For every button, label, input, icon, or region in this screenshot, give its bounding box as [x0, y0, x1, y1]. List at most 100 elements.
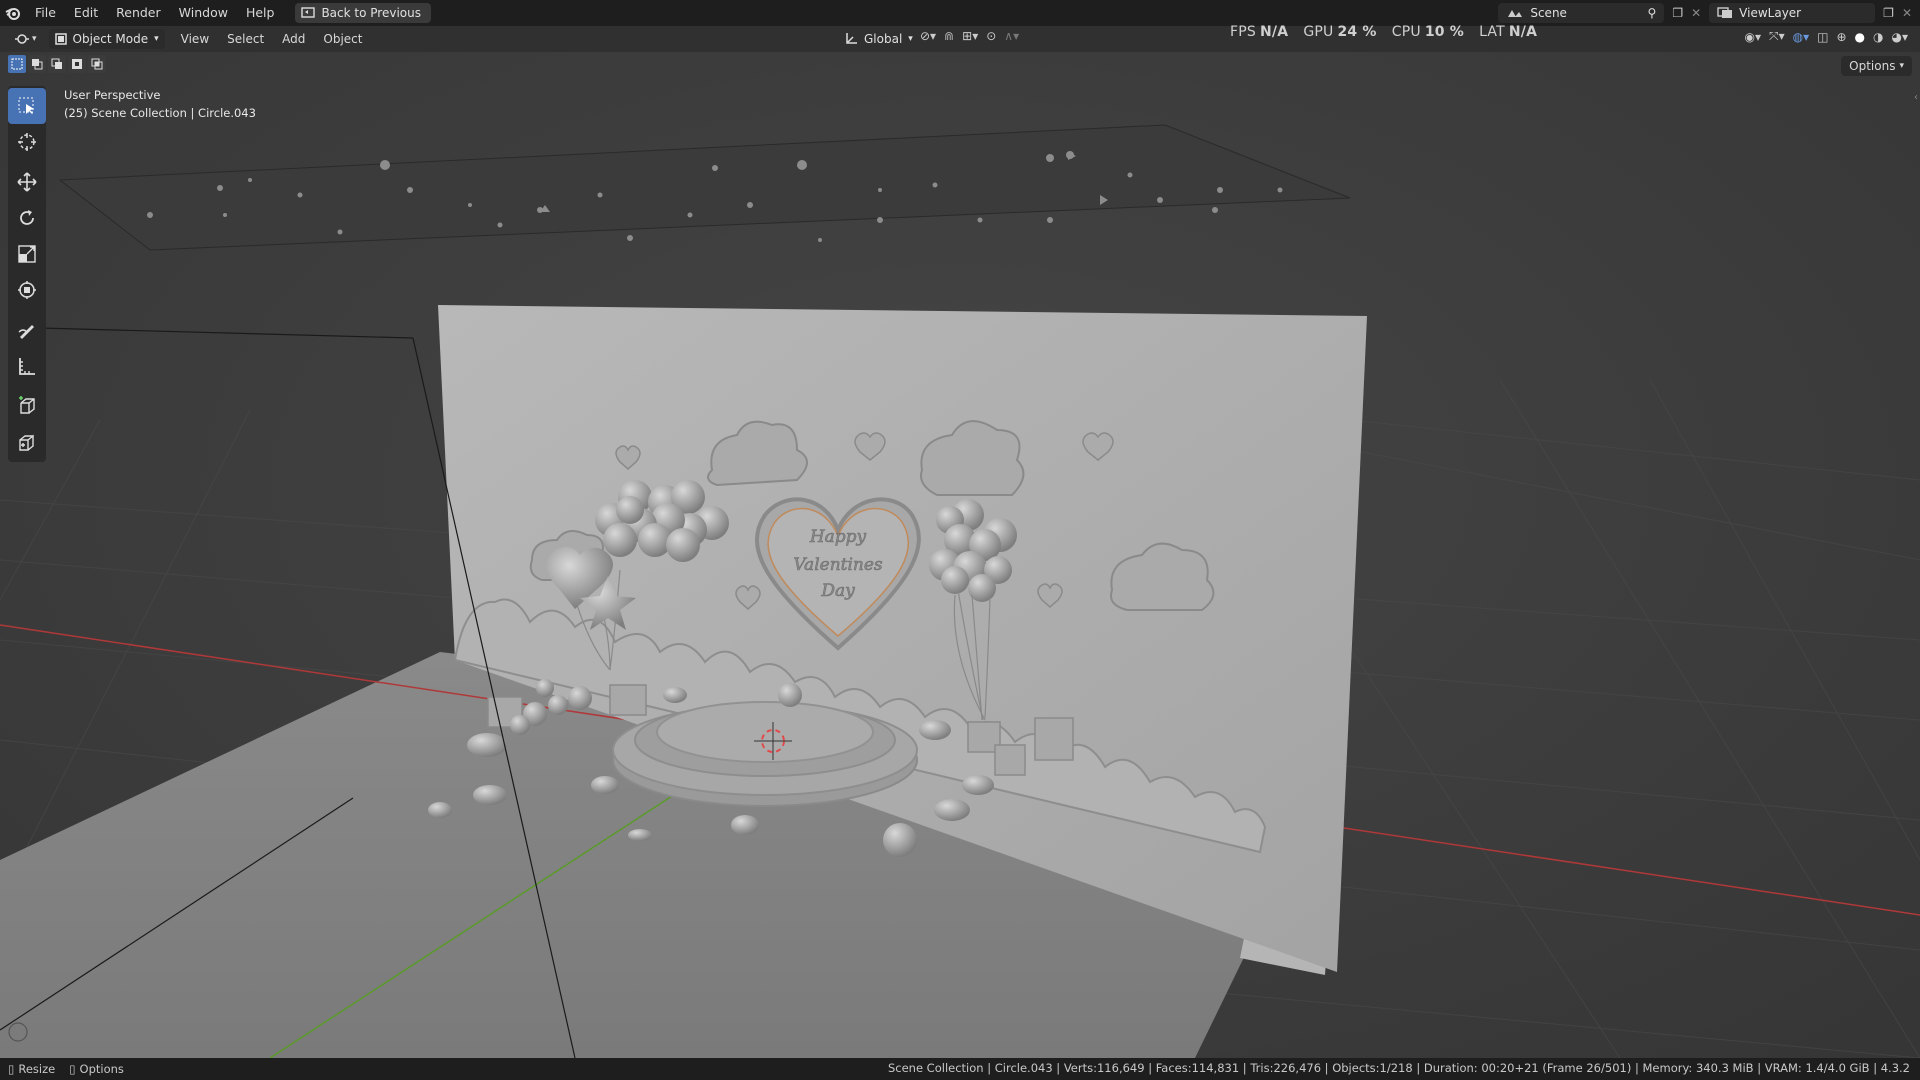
tool-add-cube[interactable]: [8, 388, 46, 424]
delete-scene-icon[interactable]: ✕: [1691, 6, 1701, 20]
viewport-info-text: User Perspective (25) Scene Collection |…: [64, 86, 256, 122]
performance-stats: FPS N/A GPU 24 % CPU 10 % LAT N/A: [1230, 24, 1547, 40]
header-menu-add[interactable]: Add: [276, 29, 311, 49]
scene-name: Scene: [1530, 6, 1567, 20]
header-menu-object[interactable]: Object: [317, 29, 368, 49]
overlay-icon[interactable]: ◍▾: [1793, 30, 1810, 44]
gizmo-icon[interactable]: ⤧▾: [1769, 29, 1785, 44]
shading-rendered-icon[interactable]: ◕▾: [1892, 30, 1909, 44]
gpu-value: 24 %: [1337, 24, 1377, 40]
chevron-down-icon: ▾: [908, 34, 913, 44]
3d-view-editor-icon: [15, 34, 29, 44]
scene-statistics: Scene Collection | Circle.043 | Verts:11…: [887, 1061, 1910, 1075]
tool-select-box[interactable]: [8, 88, 46, 124]
tool-measure[interactable]: [8, 348, 46, 384]
tool-scale[interactable]: [8, 236, 46, 272]
select-new-icon[interactable]: [8, 55, 26, 73]
mouse-right-icon: ▯: [69, 1062, 76, 1076]
cpu-label: CPU: [1391, 24, 1421, 40]
header-menu-select[interactable]: Select: [221, 29, 270, 49]
resize-hint: ▯ Resize: [8, 1062, 55, 1076]
status-bar: ▯ Resize ▯ Options Scene Collection | Ci…: [0, 1058, 1920, 1080]
back-to-previous-button[interactable]: Back to Previous: [295, 3, 431, 23]
fps-label: FPS: [1230, 24, 1256, 40]
new-scene-icon[interactable]: ❐: [1672, 6, 1683, 20]
scene-icon: [1508, 10, 1523, 17]
tool-transform[interactable]: [8, 272, 46, 308]
orientation-axes-icon: [846, 33, 857, 44]
transform-icon: [18, 281, 36, 299]
select-invert-icon[interactable]: [68, 55, 86, 73]
object-mode-dropdown[interactable]: Object Mode ▾: [48, 29, 165, 49]
shading-wireframe-icon[interactable]: ⊕: [1836, 30, 1846, 44]
options-hint: ▯ Options: [69, 1062, 124, 1076]
top-right-widgets: Scene ⚲ ❐ ✕ ViewLayer ❐ ✕: [1498, 2, 1912, 24]
lat-label: LAT: [1479, 24, 1505, 40]
transform-orientation-dropdown[interactable]: Global ▾: [838, 29, 919, 49]
header-menu-view[interactable]: View: [175, 29, 215, 49]
select-box-icon: [18, 97, 34, 114]
orientation-label: Global: [864, 32, 903, 46]
annotate-icon: [18, 325, 34, 339]
sign-text-line-1: Happy: [809, 527, 867, 547]
collection-label: (25) Scene Collection | Circle.043: [64, 106, 256, 120]
tool-annotate[interactable]: [8, 312, 46, 348]
select-extend-icon[interactable]: [28, 55, 46, 73]
blender-logo-icon[interactable]: [0, 0, 26, 26]
measure-icon: [19, 358, 35, 375]
sign-text-line-2: Valentines: [793, 555, 883, 575]
sidebar-toggle-icon[interactable]: ‹: [1914, 92, 1918, 103]
select-intersect-icon[interactable]: [88, 55, 106, 73]
tool-rotate[interactable]: [8, 200, 46, 236]
shading-solid-icon[interactable]: ●: [1855, 30, 1865, 44]
sign-text-line-3: Day: [820, 581, 855, 601]
xray-icon[interactable]: ◫: [1817, 30, 1828, 44]
chevron-down-icon: ▾: [32, 34, 37, 44]
falloff-icon[interactable]: ∧▾: [1004, 29, 1019, 43]
back-to-previous-label: Back to Previous: [321, 6, 421, 20]
tool-shelf: [8, 86, 46, 462]
menu-help[interactable]: Help: [237, 0, 284, 26]
pivot-point-icon[interactable]: ⊘▾: [920, 29, 936, 43]
pin-icon[interactable]: ⚲: [1648, 6, 1657, 20]
chevron-down-icon: ▾: [154, 34, 159, 44]
tool-cursor[interactable]: [8, 124, 46, 160]
lat-value: N/A: [1508, 24, 1538, 40]
options-label: Options: [1849, 59, 1896, 73]
perspective-label: User Perspective: [64, 88, 161, 102]
view-layer-icon: [1717, 7, 1733, 18]
tool-move[interactable]: [8, 164, 46, 200]
scene-selector[interactable]: Scene ⚲: [1498, 3, 1665, 23]
chevron-down-icon: ▾: [1899, 61, 1904, 71]
3d-viewport[interactable]: Happy Valentines Day: [0, 0, 1920, 1080]
add-cube-icon: [19, 396, 35, 414]
shading-material-icon[interactable]: ◑: [1873, 30, 1883, 44]
view-layer-selector[interactable]: ViewLayer: [1709, 3, 1876, 23]
proportional-edit-icon[interactable]: ⊙: [986, 29, 996, 43]
options-hint-label: Options: [79, 1062, 124, 1076]
tool-extrude[interactable]: [8, 424, 46, 460]
back-screen-icon: [301, 7, 316, 18]
delete-view-layer-icon[interactable]: ✕: [1902, 6, 1912, 20]
object-mode-label: Object Mode: [72, 32, 149, 46]
select-subtract-icon[interactable]: [48, 55, 66, 73]
menu-window[interactable]: Window: [170, 0, 237, 26]
cursor-icon: [18, 133, 36, 151]
editor-type-button[interactable]: ▾: [8, 29, 43, 49]
new-view-layer-icon[interactable]: ❐: [1883, 6, 1894, 20]
viewport-header: ▾ Object Mode ▾ View Select Add Object G…: [0, 26, 1920, 52]
viewport-options-button[interactable]: Options ▾: [1841, 56, 1912, 76]
rotate-icon: [20, 210, 34, 225]
menu-render[interactable]: Render: [107, 0, 170, 26]
top-menu-bar: File Edit Render Window Help Back to Pre…: [0, 0, 1920, 26]
resize-label: Resize: [18, 1062, 56, 1076]
snap-icon[interactable]: ⋒: [944, 29, 954, 43]
gpu-label: GPU: [1303, 24, 1334, 40]
fps-value: N/A: [1259, 24, 1289, 40]
visibility-icon[interactable]: ◉▾: [1745, 30, 1762, 44]
select-mode-buttons: [8, 55, 106, 73]
snap-grid-icon[interactable]: ⊞▾: [962, 29, 978, 43]
view-layer-name: ViewLayer: [1739, 6, 1802, 20]
menu-file[interactable]: File: [26, 0, 65, 26]
menu-edit[interactable]: Edit: [65, 0, 107, 26]
